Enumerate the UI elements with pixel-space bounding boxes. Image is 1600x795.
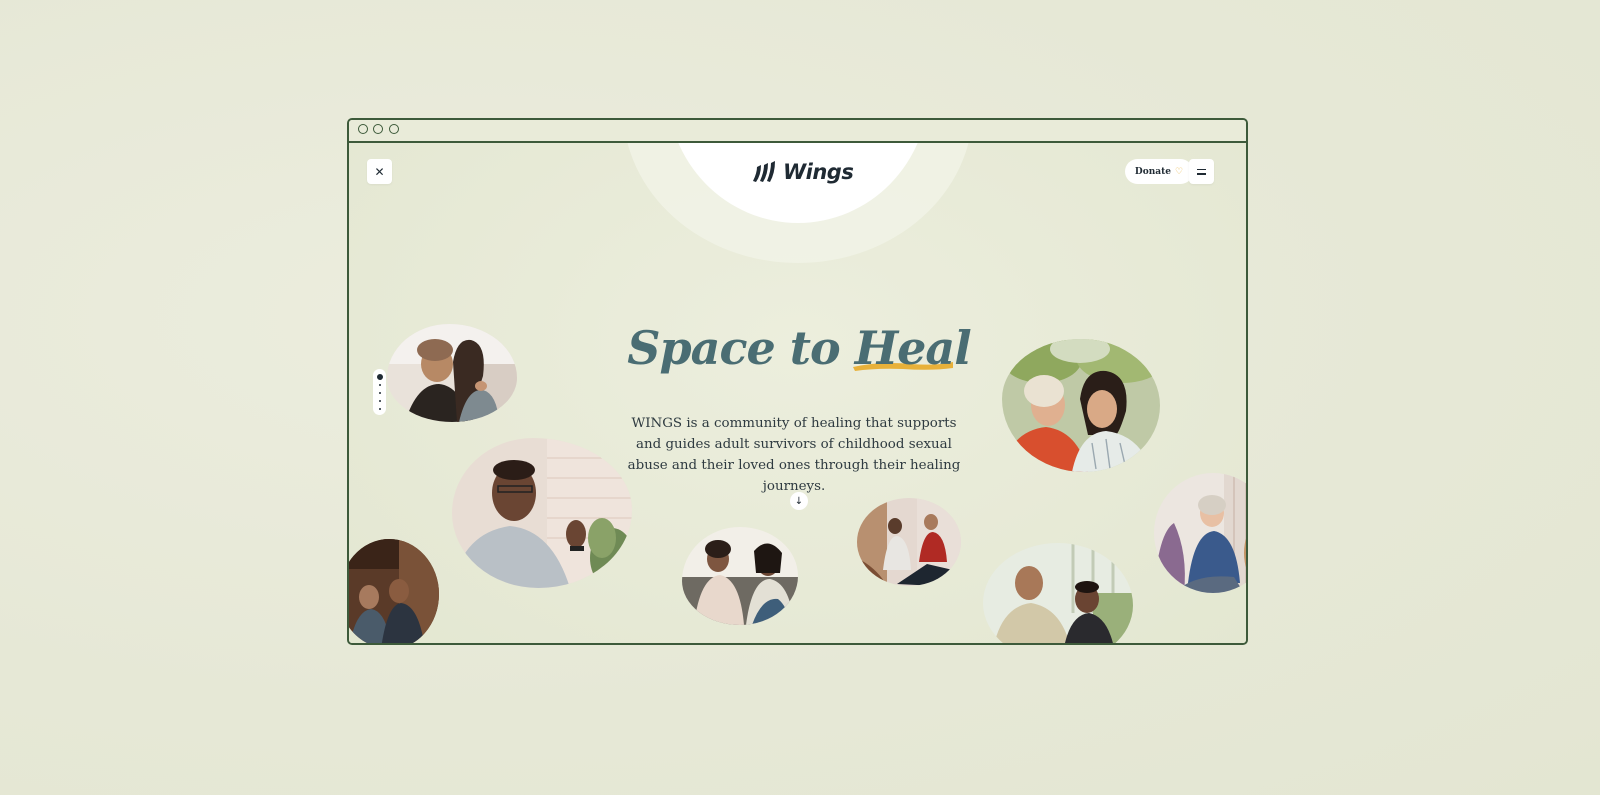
photo-two-men-sitting [349, 539, 439, 643]
photo-two-men-consultation [983, 543, 1133, 643]
pager-dot[interactable] [378, 384, 381, 386]
pager-dot[interactable] [378, 392, 381, 394]
pager-dot[interactable] [378, 408, 381, 410]
menu-icon [1197, 168, 1206, 175]
menu-button[interactable] [1189, 159, 1214, 184]
page-background: ✕ Wings Donate ♡ Space to Heal WINGS is … [0, 0, 1600, 795]
website-viewport: ✕ Wings Donate ♡ Space to Heal WINGS is … [349, 143, 1246, 643]
hero-title-part1: Space to [627, 321, 840, 375]
pager-dot[interactable] [378, 400, 381, 402]
hero-title: Space to Heal [599, 321, 999, 375]
wings-logo-icon [753, 161, 775, 182]
pager-dot-active[interactable] [376, 374, 383, 380]
photo-two-women-laughing [1002, 339, 1160, 472]
donate-button[interactable]: Donate ♡ [1125, 159, 1193, 184]
browser-titlebar [349, 120, 1246, 143]
photo-man-with-glasses [452, 438, 632, 588]
hero-description: WINGS is a community of healing that sup… [627, 416, 961, 494]
arrow-down-icon: ↓ [794, 495, 804, 507]
scroll-down-button[interactable]: ↓ [790, 492, 808, 510]
logo-text: Wings [783, 160, 854, 184]
close-button[interactable]: ✕ [367, 159, 392, 184]
browser-window: ✕ Wings Donate ♡ Space to Heal WINGS is … [347, 118, 1248, 645]
donate-label: Donate [1134, 166, 1171, 177]
photo-two-women-talking [682, 527, 798, 625]
carousel-pager [373, 369, 386, 415]
site-logo[interactable]: Wings [751, 159, 854, 185]
photo-group-therapy-session [857, 498, 961, 586]
close-icon: ✕ [374, 164, 385, 179]
heart-icon: ♡ [1175, 166, 1184, 177]
window-dot-maximize[interactable] [389, 124, 399, 134]
photo-two-women-hugging [387, 324, 517, 422]
window-dot-close[interactable] [358, 124, 368, 134]
window-dot-minimize[interactable] [373, 124, 383, 134]
hero-title-highlight: Heal [852, 321, 972, 375]
photo-group-counseling [1154, 473, 1246, 593]
